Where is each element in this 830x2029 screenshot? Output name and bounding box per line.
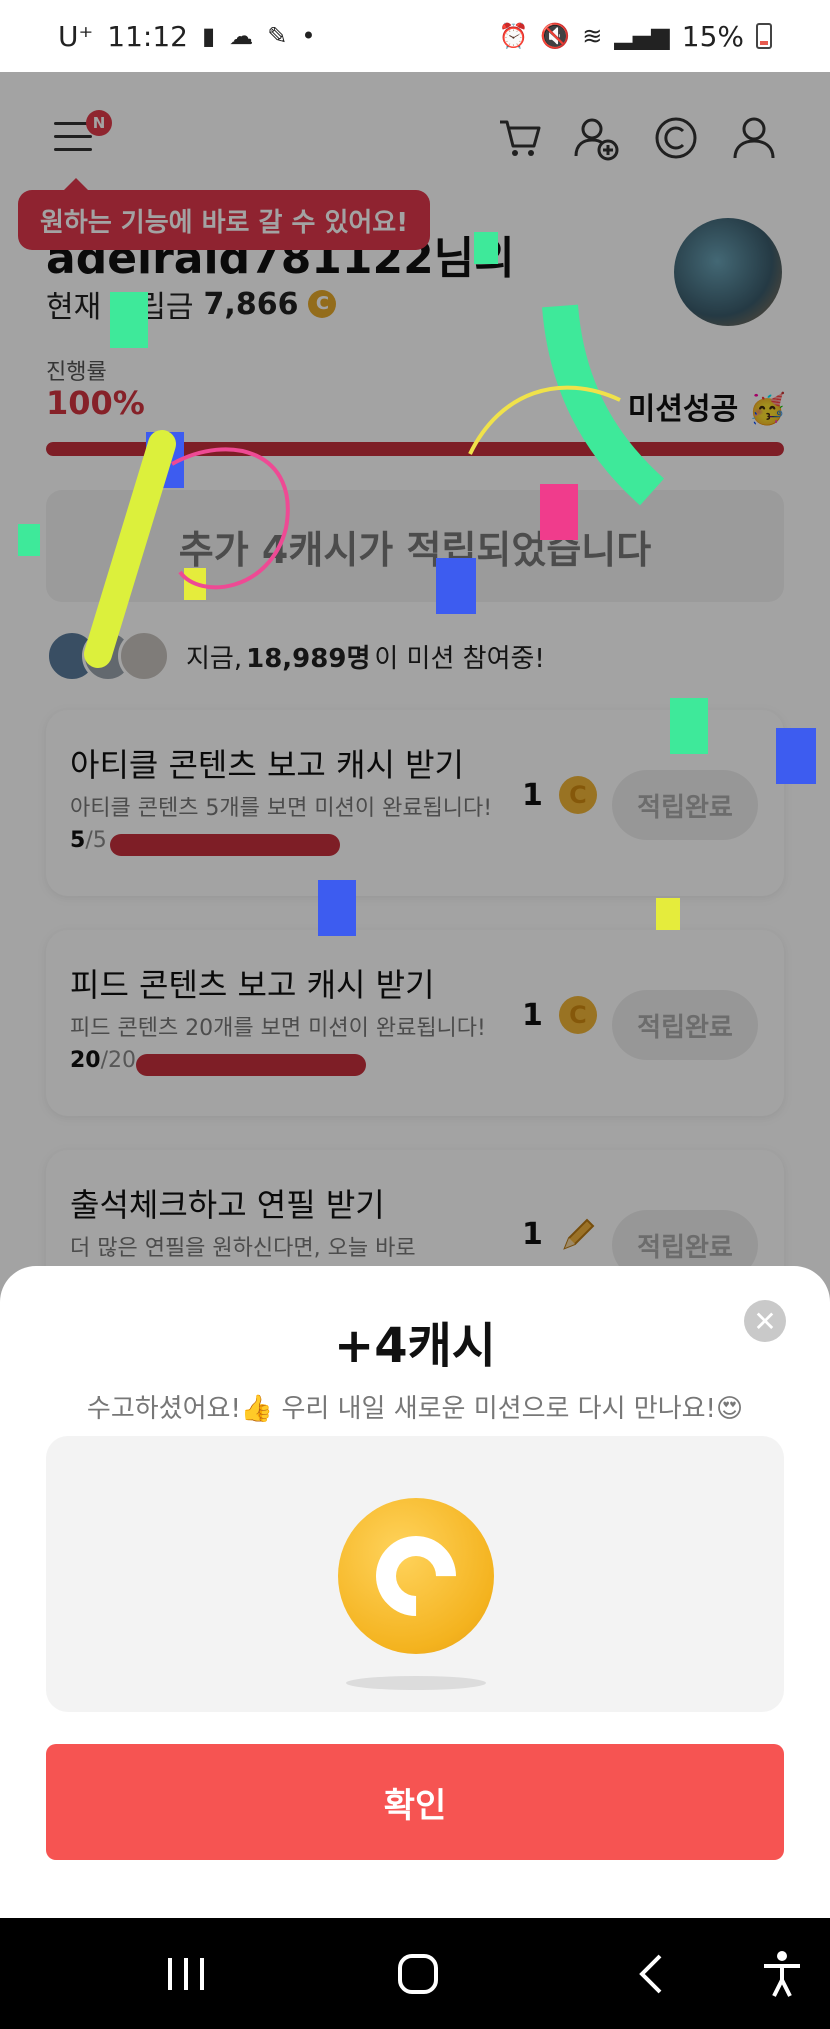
alarm-icon: ⏰ bbox=[498, 22, 529, 50]
coin-shadow bbox=[346, 1676, 486, 1690]
home-icon[interactable] bbox=[388, 1944, 448, 2004]
recents-icon[interactable] bbox=[156, 1944, 216, 2004]
dot-icon: • bbox=[301, 22, 316, 50]
accessibility-icon[interactable] bbox=[752, 1944, 812, 2004]
cloud-icon: ☁ bbox=[229, 22, 254, 50]
battery-alert-icon: ▮ bbox=[201, 22, 216, 50]
carrier-label: U⁺ bbox=[58, 19, 94, 53]
battery-icon bbox=[756, 23, 772, 49]
signal-icon: ▂▄▆ bbox=[614, 22, 670, 50]
reward-message: 수고하셨어요!👍 우리 내일 새로운 미션으로 다시 만나요!😍 bbox=[86, 1394, 744, 1424]
reward-bottom-sheet: ✕ +4캐시 수고하셨어요!👍 우리 내일 새로운 미션으로 다시 만나요!😍 … bbox=[0, 1266, 830, 1918]
back-icon[interactable] bbox=[622, 1944, 682, 2004]
battery-percent: 15% bbox=[681, 19, 744, 53]
mute-icon: 🔇 bbox=[540, 22, 571, 50]
confirm-button[interactable]: 확인 bbox=[46, 1744, 784, 1860]
reward-headline: +4캐시 bbox=[334, 1318, 496, 1374]
coin-illustration-box bbox=[46, 1436, 784, 1712]
status-bar: U⁺ 11:12 ▮ ☁ ✎ • ⏰ 🔇 ≋ ▂▄▆ 15% bbox=[0, 0, 830, 72]
coin-c-icon bbox=[338, 1498, 494, 1654]
app-notification-icon: ✎ bbox=[267, 22, 288, 50]
wifi-icon: ≋ bbox=[582, 22, 603, 50]
system-nav-bar bbox=[0, 1918, 830, 2029]
clock: 11:12 bbox=[107, 19, 188, 53]
mission-page: N adeiraid781122님의 현재 적립금 7,866 C 원하는 기능… bbox=[0, 72, 830, 1918]
